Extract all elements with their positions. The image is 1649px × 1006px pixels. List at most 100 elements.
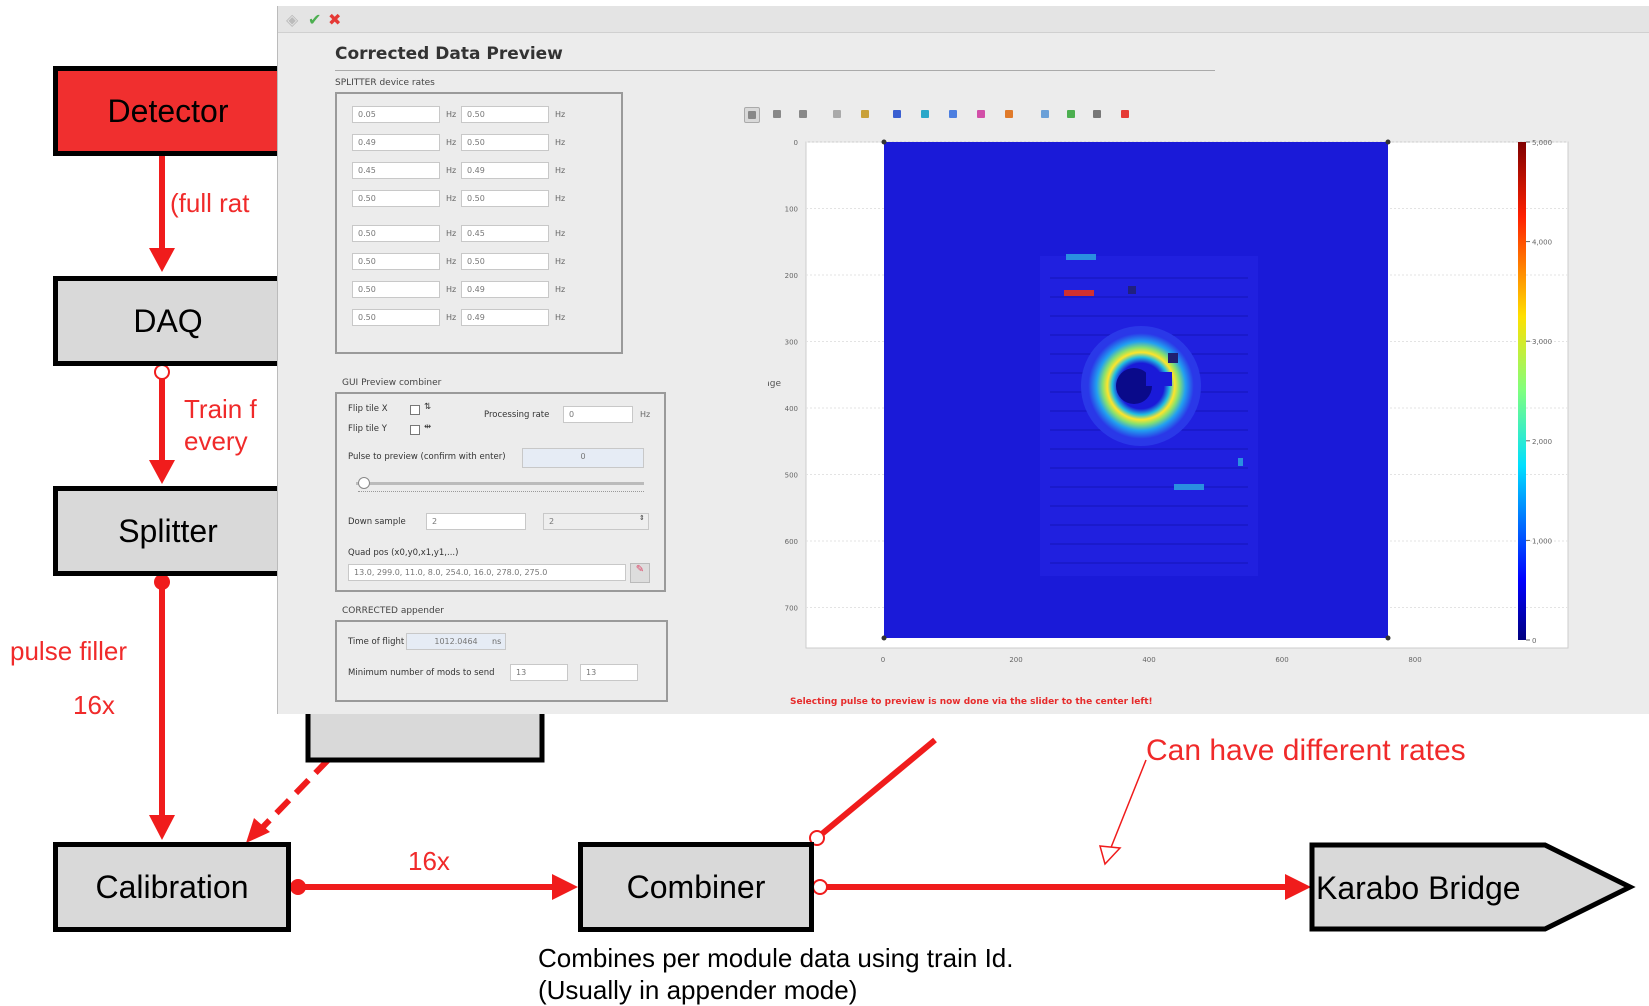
flip-x-icon: ⇅ bbox=[424, 402, 432, 412]
pin-icon[interactable]: ◈ bbox=[286, 10, 298, 29]
splitter-rate-unit: Hz bbox=[555, 313, 566, 322]
quad-pos-edit-icon[interactable]: ✎ bbox=[630, 563, 650, 583]
pulse-slider-track[interactable] bbox=[356, 482, 644, 485]
processing-rate-label: Processing rate bbox=[484, 410, 550, 420]
plot-x-tick: 600 bbox=[1275, 656, 1288, 664]
image-corner-marker bbox=[1385, 635, 1391, 641]
plot-y-tick: 100 bbox=[785, 206, 798, 214]
plot-y-tick: 0 bbox=[794, 139, 798, 147]
splitter-rate-field[interactable]: 0.50 bbox=[461, 106, 549, 123]
splitter-rate-unit: Hz bbox=[555, 257, 566, 266]
processing-rate-field[interactable]: 0 bbox=[563, 406, 633, 423]
detector-label: Detector bbox=[107, 92, 229, 129]
splitter-rate-field[interactable]: 0.50 bbox=[352, 190, 440, 207]
select-icon[interactable] bbox=[830, 107, 844, 121]
edge-detector-daq-arrowhead bbox=[149, 248, 175, 272]
splitter-rate-field[interactable]: 0.50 bbox=[352, 225, 440, 242]
reset-icon[interactable] bbox=[1118, 107, 1132, 121]
splitter-rate-field[interactable]: 0.50 bbox=[352, 281, 440, 298]
splitter-rate-unit: Hz bbox=[555, 285, 566, 294]
contrast-icon[interactable] bbox=[918, 107, 932, 121]
downsample-field[interactable]: 2 bbox=[426, 513, 526, 530]
colorbar-tick: 1,000 bbox=[1532, 537, 1552, 545]
splitter-rate-field[interactable]: 0.50 bbox=[352, 253, 440, 270]
tof-unit: ns bbox=[492, 637, 502, 646]
plot-y-tick: 700 bbox=[785, 605, 798, 613]
edge-combiner-bridge-arrowhead bbox=[1285, 874, 1311, 900]
colorbar-tick: 3,000 bbox=[1532, 338, 1552, 346]
splitter-rate-unit: Hz bbox=[555, 138, 566, 147]
flip-y-checkbox[interactable] bbox=[410, 425, 420, 435]
close-icon[interactable]: ✖ bbox=[328, 10, 341, 29]
splitter-rate-unit: Hz bbox=[446, 110, 457, 119]
tof-field[interactable]: 1012.0464 bbox=[406, 633, 506, 650]
downsample-label: Down sample bbox=[348, 517, 406, 527]
detector-image-plot[interactable]: image 0 100 200 300 400 500 600 700 0 200 400 600 800… bbox=[768, 128, 1648, 696]
tof-label: Time of flight bbox=[348, 637, 405, 647]
splitter-rate-field[interactable]: 0.50 bbox=[461, 253, 549, 270]
hot-pixel bbox=[1064, 290, 1094, 296]
title-divider bbox=[335, 70, 1215, 71]
edge-daq-splitter-arrowhead bbox=[149, 460, 175, 484]
splitter-rate-field[interactable]: 0.50 bbox=[461, 190, 549, 207]
plot-y-tick: 400 bbox=[785, 405, 798, 413]
hot-pixel bbox=[1174, 484, 1204, 490]
min-mods-field-1[interactable]: 13 bbox=[510, 664, 568, 681]
splitter-rate-field[interactable]: 0.50 bbox=[352, 309, 440, 326]
check-icon[interactable]: ✔ bbox=[308, 10, 321, 29]
splitter-rate-unit: Hz bbox=[555, 110, 566, 119]
detector-node: Detector bbox=[53, 66, 283, 156]
axes-icon[interactable] bbox=[858, 107, 872, 121]
flip-x-checkbox[interactable] bbox=[410, 405, 420, 415]
flip-y-icon: ⇹ bbox=[424, 422, 432, 432]
edge-label-16x-left: 16x bbox=[73, 690, 115, 720]
plot-hint: Selecting pulse to preview is now done v… bbox=[790, 697, 1153, 707]
splitter-rate-field[interactable]: 0.49 bbox=[461, 281, 549, 298]
edge-dashed-to-calibration bbox=[259, 757, 331, 831]
splitter-rate-field[interactable]: 0.45 bbox=[352, 162, 440, 179]
daq-output-port bbox=[154, 364, 170, 380]
min-mods-field-2[interactable]: 13 bbox=[580, 664, 638, 681]
splitter-rate-unit: Hz bbox=[446, 166, 457, 175]
pulse-preview-field[interactable]: 0 bbox=[522, 448, 644, 468]
karabo-bridge-label: Karabo Bridge bbox=[1316, 870, 1521, 906]
annotation-pointer-line bbox=[1109, 759, 1147, 851]
hot-pixel bbox=[1168, 353, 1178, 363]
export-icon[interactable] bbox=[1038, 107, 1052, 121]
downsample-select[interactable]: 2 bbox=[543, 513, 649, 530]
roi-icon[interactable] bbox=[974, 107, 988, 121]
splitter-rate-field[interactable]: 0.45 bbox=[461, 225, 549, 242]
daq-node: DAQ bbox=[53, 276, 283, 366]
processing-rate-unit: Hz bbox=[640, 410, 651, 419]
hot-pixel bbox=[1066, 254, 1096, 260]
lut-icon[interactable] bbox=[1002, 107, 1016, 121]
pan-icon[interactable] bbox=[796, 107, 810, 121]
splitter-rate-field[interactable]: 0.50 bbox=[461, 134, 549, 151]
corrected-data-preview-window: ◈ ✔ ✖ Corrected Data Preview SPLITTER de… bbox=[277, 6, 1649, 714]
splitter-output-port bbox=[154, 574, 170, 590]
combiner-group-label: GUI Preview combiner bbox=[342, 378, 442, 388]
quad-pos-field[interactable]: 13.0, 299.0, 11.0, 8.0, 254.0, 16.0, 278… bbox=[348, 564, 626, 581]
downsample-chevron-icon: ⇕ bbox=[639, 514, 645, 522]
pulse-slider-ticks bbox=[358, 491, 644, 495]
splitter-rate-field[interactable]: 0.49 bbox=[352, 134, 440, 151]
plot-y-tick: 500 bbox=[785, 472, 798, 480]
colorbar-tick: 0 bbox=[1532, 637, 1536, 645]
pointer-icon[interactable] bbox=[744, 107, 760, 123]
edge-label-full-rate: (full rat bbox=[170, 188, 250, 218]
quad-pos-label: Quad pos (x0,y0,x1,y1,...) bbox=[348, 548, 459, 558]
splitter-rate-field[interactable]: 0.05 bbox=[352, 106, 440, 123]
zoom-icon[interactable] bbox=[770, 107, 784, 121]
pulse-slider-handle[interactable] bbox=[358, 477, 370, 489]
save-icon[interactable] bbox=[1064, 107, 1078, 121]
splitter-label: Splitter bbox=[118, 512, 218, 549]
splitter-rate-field[interactable]: 0.49 bbox=[461, 309, 549, 326]
image-icon[interactable] bbox=[946, 107, 960, 121]
colorbar-tick: 2,000 bbox=[1532, 438, 1552, 446]
print-icon[interactable] bbox=[1090, 107, 1104, 121]
flip-x-label: Flip tile X bbox=[348, 404, 388, 414]
splitter-rate-field[interactable]: 0.49 bbox=[461, 162, 549, 179]
plot-x-tick: 0 bbox=[881, 656, 885, 664]
splitter-rate-unit: Hz bbox=[555, 229, 566, 238]
colormap-icon[interactable] bbox=[890, 107, 904, 121]
